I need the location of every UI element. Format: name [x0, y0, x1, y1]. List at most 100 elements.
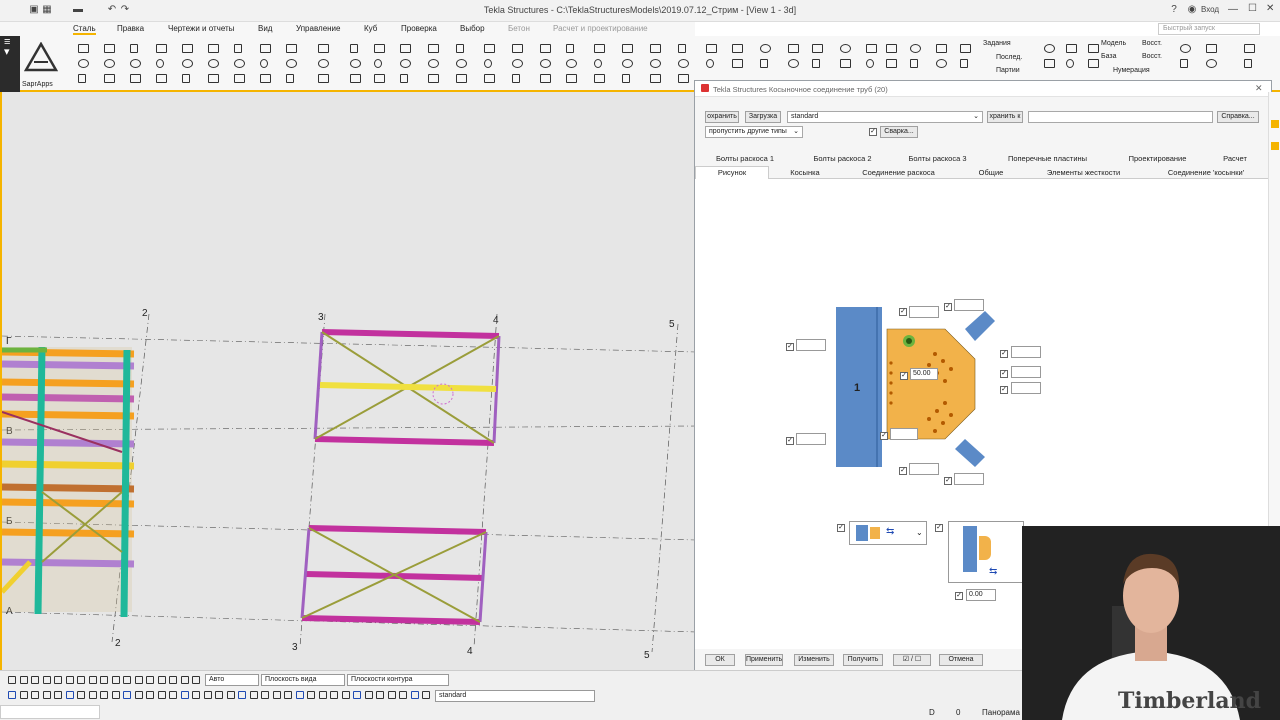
- ribbon-tool-icon[interactable]: [512, 74, 520, 83]
- tab-brace-connection[interactable]: Соединение раскоса: [841, 168, 956, 177]
- ribbon-tool-icon[interactable]: [182, 74, 190, 83]
- ribbon-tool-icon[interactable]: [1088, 44, 1099, 53]
- quick-search-input[interactable]: Быстрый запуск: [1158, 23, 1260, 35]
- ribbon-tool-icon[interactable]: [678, 59, 689, 68]
- bottom-tool-icon[interactable]: [192, 676, 200, 684]
- modify-button[interactable]: Изменить: [794, 654, 834, 666]
- preset-select[interactable]: standard ⌄: [787, 111, 983, 123]
- bottom-input[interactable]: [909, 463, 939, 475]
- ribbon-tool-icon[interactable]: [130, 59, 141, 68]
- ribbon-tool-icon[interactable]: [622, 59, 633, 68]
- tab-brace-bolts-2[interactable]: Болты раскоса 2: [795, 154, 890, 163]
- ribbon-tool-icon[interactable]: [732, 59, 743, 68]
- bottom-tool-icon[interactable]: [410, 691, 419, 699]
- bottom-checkbox[interactable]: ✓: [899, 467, 907, 475]
- bottom-tool-icon[interactable]: [157, 676, 166, 684]
- top-left-input[interactable]: [796, 339, 826, 351]
- bottom-tool-icon[interactable]: [111, 676, 120, 684]
- ribbon-tool-icon[interactable]: [732, 44, 743, 53]
- ribbon-tool-icon[interactable]: [182, 59, 193, 68]
- ribbon-tool-icon[interactable]: [350, 74, 361, 83]
- ribbon-tool-icon[interactable]: [484, 74, 495, 83]
- ribbon-tool-icon[interactable]: [650, 74, 661, 83]
- ribbon-tool-icon[interactable]: [1044, 59, 1055, 68]
- side-panel-icon-1[interactable]: [1271, 120, 1279, 128]
- bottom-tool-icon[interactable]: [376, 691, 384, 699]
- offset-input[interactable]: 0.00: [966, 589, 996, 601]
- ribbon-tool-icon[interactable]: [840, 59, 851, 68]
- ribbon-tool-icon[interactable]: [156, 74, 167, 83]
- ribbon-tool-icon[interactable]: [78, 59, 89, 68]
- side-menu-button[interactable]: ≡ ▾: [0, 36, 20, 92]
- ribbon-tool-icon[interactable]: [484, 59, 492, 68]
- bottom-tool-icon[interactable]: [353, 691, 361, 699]
- bottom-tool-icon[interactable]: [399, 691, 407, 699]
- ribbon-tool-icon[interactable]: [566, 74, 577, 83]
- ribbon-tool-icon[interactable]: [910, 59, 918, 68]
- ok-button[interactable]: ОК: [705, 654, 735, 666]
- side-panel-icon-2[interactable]: [1271, 142, 1279, 150]
- ribbon-tool-icon[interactable]: [540, 74, 551, 83]
- bottom-tool-icon[interactable]: [42, 691, 51, 699]
- tab-brace-bolts-1[interactable]: Болты раскоса 1: [695, 154, 795, 163]
- mode-dropdown[interactable]: Авто: [205, 674, 259, 686]
- top-right-input[interactable]: [954, 299, 984, 311]
- bottom-tool-icon[interactable]: [42, 676, 51, 684]
- ribbon-tool-icon[interactable]: [1044, 44, 1055, 53]
- ribbon-tool-icon[interactable]: [540, 59, 551, 68]
- ribbon-tool-icon[interactable]: [374, 44, 385, 53]
- bottom-tool-icon[interactable]: [100, 676, 108, 684]
- profile-option-select[interactable]: ⇆ ⌄: [849, 521, 927, 545]
- ribbon-tool-icon[interactable]: [1244, 59, 1252, 68]
- ribbon-tool-icon[interactable]: [760, 44, 771, 53]
- menu-item-4[interactable]: Управление: [296, 24, 340, 33]
- ribbon-tool-icon[interactable]: [104, 59, 115, 68]
- ribbon-tool-icon[interactable]: [156, 59, 164, 68]
- menu-item-6[interactable]: Проверка: [401, 24, 437, 33]
- bottom-tool-icon[interactable]: [169, 676, 177, 684]
- ribbon-tool-icon[interactable]: [104, 44, 115, 53]
- menu-item-7[interactable]: Выбор: [460, 24, 485, 33]
- close-icon[interactable]: ✕: [1266, 3, 1274, 14]
- ribbon-tool-icon[interactable]: [706, 59, 714, 68]
- mid-bottom-checkbox[interactable]: ✓: [880, 432, 888, 440]
- ribbon-tool-icon[interactable]: [886, 44, 897, 53]
- bottom-right-input[interactable]: [954, 473, 984, 485]
- ribbon-tool-icon[interactable]: [428, 44, 439, 53]
- tab-gusset-connection[interactable]: Соединение 'косынки': [1141, 168, 1271, 177]
- bottom-left-input[interactable]: [796, 433, 826, 445]
- ribbon-tool-icon[interactable]: [156, 44, 167, 53]
- profile-option-checkbox[interactable]: ✓: [837, 524, 845, 532]
- ribbon-tool-icon[interactable]: [130, 74, 141, 83]
- status-tab[interactable]: [0, 705, 100, 719]
- menu-item-0[interactable]: Сталь: [73, 24, 96, 35]
- ribbon-tool-icon[interactable]: [286, 59, 297, 68]
- bottom-tool-icon[interactable]: [88, 691, 97, 699]
- detail-option-select[interactable]: ⇆: [948, 521, 1024, 583]
- bottom-tool-icon[interactable]: [157, 691, 166, 699]
- weld-checkbox[interactable]: ✓: [869, 128, 877, 136]
- detail-option-checkbox[interactable]: ✓: [935, 524, 943, 532]
- parts-label[interactable]: Партии: [996, 67, 1020, 74]
- tab-gusset[interactable]: Косынка: [769, 168, 841, 177]
- base-label[interactable]: База: [1101, 53, 1117, 60]
- ribbon-tool-icon[interactable]: [812, 44, 823, 53]
- bottom-tool-icon[interactable]: [134, 676, 143, 684]
- ribbon-tool-icon[interactable]: [936, 44, 947, 53]
- bottom-tool-icon[interactable]: [284, 691, 292, 699]
- bottom-tool-icon[interactable]: [295, 691, 304, 699]
- bottom-tool-icon[interactable]: [364, 691, 373, 699]
- bottom-tool-icon[interactable]: [180, 676, 189, 684]
- user-icon[interactable]: ◉: [1186, 4, 1198, 16]
- ribbon-tool-icon[interactable]: [104, 74, 115, 83]
- ribbon-tool-icon[interactable]: [318, 44, 329, 53]
- bottom-tool-icon[interactable]: [88, 676, 97, 684]
- ribbon-tool-icon[interactable]: [78, 74, 86, 83]
- ribbon-tool-icon[interactable]: [428, 74, 439, 83]
- help-icon[interactable]: ?: [1168, 4, 1180, 16]
- ribbon-tool-icon[interactable]: [1066, 44, 1077, 53]
- ribbon-tool-icon[interactable]: [78, 44, 89, 53]
- ribbon-tool-icon[interactable]: [866, 59, 874, 68]
- ribbon-tool-icon[interactable]: [350, 44, 358, 53]
- tab-stiffeners[interactable]: Элементы жесткости: [1026, 168, 1141, 177]
